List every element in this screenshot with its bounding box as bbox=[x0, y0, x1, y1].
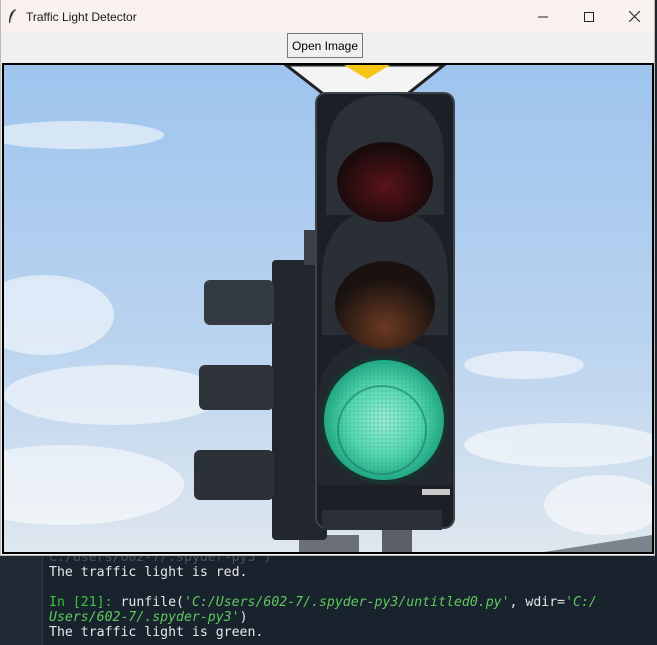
console-output: C:/Users/602-7/.spyder-py3') The traffic… bbox=[49, 550, 649, 640]
maximize-button[interactable] bbox=[566, 0, 612, 33]
console-arg-wdir-1: 'C:/ bbox=[565, 595, 597, 610]
console-arg-file: 'C:/Users/602-7/.spyder-py3/untitled0.py… bbox=[184, 595, 510, 610]
window-title: Traffic Light Detector bbox=[26, 10, 137, 24]
console-result-green: The traffic light is green. bbox=[49, 625, 264, 640]
console-gutter bbox=[0, 548, 43, 645]
console-arg-sep: , wdir= bbox=[509, 595, 566, 610]
traffic-light-photo bbox=[4, 65, 652, 552]
close-button[interactable] bbox=[611, 0, 657, 33]
console-result-red: The traffic light is red. bbox=[49, 565, 248, 580]
open-image-button[interactable]: Open Image bbox=[287, 33, 363, 58]
console-arg-wdir-2: Users/602-7/.spyder-py3' bbox=[49, 610, 240, 625]
close-icon bbox=[628, 11, 640, 22]
console-call-suffix: ) bbox=[239, 610, 248, 625]
maximize-icon bbox=[584, 11, 594, 22]
app-window: Traffic Light Detector Open Image bbox=[0, 0, 655, 556]
minimize-icon bbox=[538, 16, 548, 17]
tk-feather-icon bbox=[9, 8, 16, 24]
image-canvas bbox=[2, 63, 654, 554]
console-call-prefix: runfile( bbox=[112, 595, 184, 610]
ipython-console[interactable]: C:/Users/602-7/.spyder-py3') The traffic… bbox=[0, 548, 657, 645]
toolbar: Open Image bbox=[1, 33, 654, 62]
minimize-button[interactable] bbox=[520, 0, 566, 33]
title-bar[interactable]: Traffic Light Detector bbox=[1, 0, 654, 33]
console-prompt: In [21]: bbox=[49, 595, 113, 610]
